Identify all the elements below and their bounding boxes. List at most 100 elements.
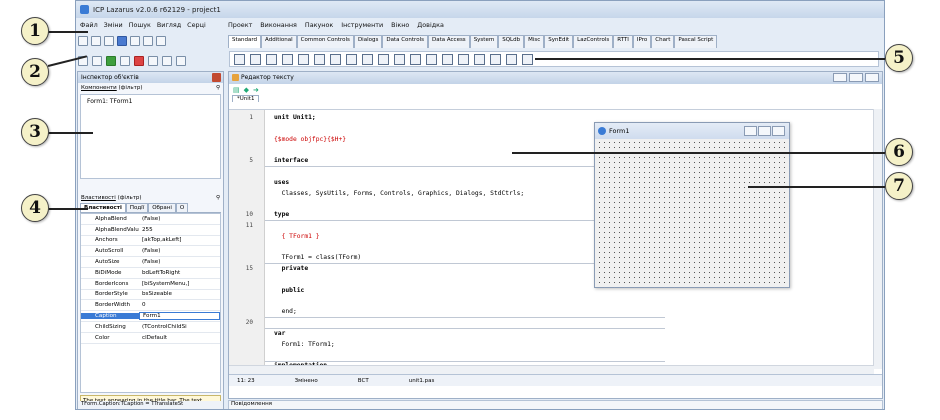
property-value[interactable]: [akTop,akLeft] — [139, 237, 220, 243]
maximize-icon[interactable] — [849, 73, 863, 82]
property-value[interactable]: (False) — [139, 259, 220, 265]
tab-lazcontrols[interactable]: LazControls — [573, 35, 614, 48]
step-out-icon[interactable] — [176, 56, 186, 66]
tab-unit1[interactable]: *Unit1 — [232, 95, 260, 102]
tab-sqldb[interactable]: SQLdb — [498, 35, 525, 48]
tab-rtti[interactable]: RTTI — [613, 35, 633, 48]
tab-events[interactable]: Події — [125, 203, 149, 212]
tab-ipro[interactable]: IPro — [632, 35, 652, 48]
step-into-icon[interactable] — [148, 56, 158, 66]
tab-common-controls[interactable]: Common Controls — [296, 35, 354, 48]
forward-icon[interactable]: ➜ — [253, 86, 259, 94]
properties-filter[interactable]: (фільтр) — [118, 195, 142, 201]
save-icon[interactable] — [117, 36, 127, 46]
property-row[interactable]: BorderIcons [biSystemMenu,] — [81, 279, 220, 290]
tab-pascal-script[interactable]: Pascal Script — [674, 35, 718, 48]
jump-menu-icon[interactable]: ▤ — [233, 86, 240, 94]
components-filter[interactable]: (фільтр) — [118, 85, 142, 91]
close-icon[interactable] — [865, 73, 879, 82]
property-row[interactable]: ChildSizing (TControlChildSi — [81, 322, 220, 333]
menu-package[interactable]: Пакунок — [305, 21, 333, 29]
popupmenu-icon[interactable] — [266, 53, 277, 65]
horizontal-scrollbar[interactable] — [229, 365, 874, 374]
radiogroup-icon[interactable] — [458, 53, 469, 65]
tab-misc[interactable]: Misc — [524, 35, 545, 48]
property-value[interactable]: 0 — [139, 302, 220, 308]
property-row[interactable]: AlphaBlend (False) — [81, 214, 220, 225]
tab-synedit[interactable]: SynEdit — [544, 35, 574, 48]
property-value[interactable]: Form1 — [139, 312, 220, 321]
combobox-icon[interactable] — [410, 53, 421, 65]
menu-edit[interactable]: Зміни — [104, 21, 123, 29]
tab-standard[interactable]: Standard — [228, 35, 262, 48]
menu-help[interactable]: Довідка — [417, 21, 444, 29]
form1-design-grid[interactable] — [597, 140, 787, 285]
property-row[interactable]: BorderWidth 0 — [81, 300, 220, 312]
property-value[interactable]: [biSystemMenu,] — [139, 281, 220, 287]
scrollbar-icon[interactable] — [426, 53, 437, 65]
menu-view[interactable]: Вигляд — [157, 21, 181, 29]
tree-item-form1[interactable]: Form1: TForm1 — [87, 98, 132, 105]
toggle-form-icon[interactable] — [143, 36, 153, 46]
togglebox-icon[interactable] — [346, 53, 357, 65]
property-row[interactable]: Caption Form1 — [81, 311, 220, 322]
menu-tools[interactable]: Інструменти — [341, 21, 383, 29]
menu-source[interactable]: Серці — [187, 21, 206, 29]
form1-designer[interactable]: Form1 — [594, 122, 790, 288]
tab-additional[interactable]: Additional — [261, 35, 297, 48]
back-icon[interactable]: ◆ — [244, 86, 249, 94]
new-form-icon[interactable] — [91, 36, 101, 46]
property-row[interactable]: Color clDefault — [81, 333, 220, 344]
tab-other[interactable]: О — [175, 203, 189, 212]
memo-icon[interactable] — [330, 53, 341, 65]
edit-icon[interactable] — [314, 53, 325, 65]
tab-dialogs[interactable]: Dialogs — [353, 35, 383, 48]
property-row[interactable]: AutoSize (False) — [81, 257, 220, 268]
tab-favorites[interactable]: Обрані — [148, 203, 176, 212]
view-units-icon[interactable] — [156, 36, 166, 46]
change-mode-icon[interactable] — [92, 56, 102, 66]
radiobutton-icon[interactable] — [378, 53, 389, 65]
new-file-icon[interactable] — [78, 36, 88, 46]
open-icon[interactable] — [104, 36, 114, 46]
filter-icon[interactable]: ⚲ — [216, 85, 220, 91]
button-icon[interactable] — [282, 53, 293, 65]
menu-run[interactable]: Виконання — [260, 21, 297, 29]
tab-data-access[interactable]: Data Access — [427, 35, 470, 48]
tab-data-controls[interactable]: Data Controls — [382, 35, 428, 48]
close-icon[interactable] — [772, 126, 785, 136]
menu-search[interactable]: Пошук — [129, 21, 151, 29]
property-row[interactable]: AlphaBlendValu 255 — [81, 225, 220, 236]
property-row[interactable]: BiDiMode bdLeftToRight — [81, 268, 220, 279]
pointer-icon[interactable] — [234, 53, 245, 65]
property-row[interactable]: AutoScroll (False) — [81, 246, 220, 258]
tab-system[interactable]: System — [469, 35, 499, 48]
mainmenu-icon[interactable] — [250, 53, 261, 65]
property-row[interactable]: BorderStyle bsSizeable — [81, 290, 220, 301]
minimize-icon[interactable] — [833, 73, 847, 82]
property-value[interactable]: 255 — [139, 227, 220, 233]
property-value[interactable]: bdLeftToRight — [139, 270, 220, 276]
close-icon[interactable] — [212, 73, 221, 82]
vertical-scrollbar[interactable] — [873, 109, 882, 369]
actionlist-icon[interactable] — [522, 53, 533, 65]
tab-chart[interactable]: Chart — [651, 35, 675, 48]
frame-icon[interactable] — [506, 53, 517, 65]
checkbox-icon[interactable] — [362, 53, 373, 65]
run-icon[interactable] — [106, 56, 116, 66]
property-value[interactable]: bsSizeable — [139, 291, 220, 297]
property-value[interactable]: (False) — [139, 216, 220, 222]
menu-project[interactable]: Проект — [228, 21, 252, 29]
label-icon[interactable] — [298, 53, 309, 65]
stop-icon[interactable] — [134, 56, 144, 66]
listbox-icon[interactable] — [394, 53, 405, 65]
panel-icon[interactable] — [490, 53, 501, 65]
component-tree[interactable]: Form1: TForm1 — [80, 94, 221, 179]
property-value[interactable]: clDefault — [139, 335, 220, 341]
property-value[interactable]: (False) — [139, 248, 220, 254]
step-over-icon[interactable] — [162, 56, 172, 66]
groupbox-icon[interactable] — [442, 53, 453, 65]
property-value[interactable]: (TControlChildSi — [139, 324, 220, 330]
minimize-icon[interactable] — [744, 126, 757, 136]
maximize-icon[interactable] — [758, 126, 771, 136]
